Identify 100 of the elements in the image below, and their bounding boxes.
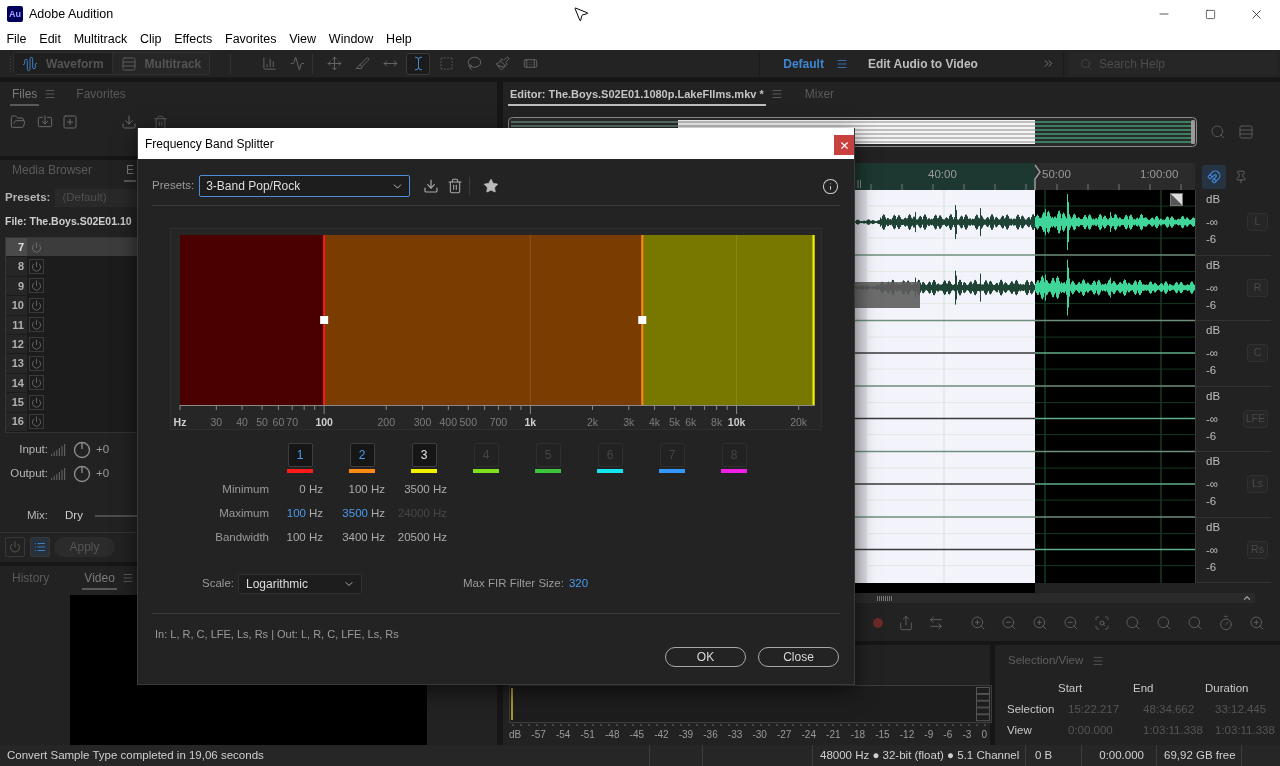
rack-slot[interactable]: 13: [6, 354, 137, 374]
chevrons-right-icon[interactable]: [1042, 57, 1055, 70]
crossover-handle[interactable]: [638, 316, 647, 324]
rack-slot[interactable]: 16: [6, 412, 137, 432]
panel-tab[interactable]: Editor: The.Boys.S02E01.1080p.LakeFIlms.mkv *: [508, 84, 766, 106]
menu-item[interactable]: Edit: [32, 28, 68, 50]
snap-button[interactable]: [1202, 164, 1226, 189]
fir-size-value[interactable]: 320: [568, 575, 589, 593]
record-icon[interactable]: [872, 617, 884, 629]
maximum-value[interactable]: 100: [286, 501, 306, 525]
power-button[interactable]: [29, 297, 44, 313]
crossover-handle[interactable]: [320, 316, 329, 324]
diagonal-square-icon[interactable]: [1170, 193, 1183, 206]
caret-up-icon[interactable]: [1242, 593, 1252, 603]
menu-item[interactable]: Effects: [167, 28, 219, 50]
level-bars-icon: [51, 467, 67, 481]
folder-icon[interactable]: [10, 114, 26, 130]
workspace-tab[interactable]: Edit Audio to Video: [867, 54, 978, 73]
rack-slot[interactable]: 11: [6, 315, 137, 335]
axis-label: 3k: [623, 416, 635, 428]
presets-dropdown[interactable]: 3-Band Pop/Rock: [199, 175, 411, 197]
scan-search-icon[interactable]: [1094, 615, 1110, 631]
menu-item[interactable]: View: [282, 28, 323, 50]
time-tool-button[interactable]: [406, 52, 431, 75]
trash-icon[interactable]: [153, 114, 168, 130]
download-icon[interactable]: [121, 114, 137, 130]
horizontal-scrollbar[interactable]: [855, 593, 1255, 603]
axis-label: 60: [272, 416, 285, 428]
maximum-value[interactable]: 3500: [342, 501, 368, 525]
column-header: End: [1133, 681, 1155, 696]
db-value: -6: [1206, 428, 1218, 443]
band-track[interactable]: [180, 235, 815, 405]
power-button[interactable]: [29, 317, 44, 333]
rack-slot[interactable]: 9: [6, 276, 137, 297]
tray-arrow-icon[interactable]: [37, 114, 53, 130]
zoom-out-icon[interactable]: [1001, 615, 1017, 631]
power-button[interactable]: [5, 536, 25, 557]
rack-slot[interactable]: 7: [6, 238, 137, 258]
rack-slot[interactable]: 14: [6, 373, 137, 394]
menu-item[interactable]: Clip: [133, 28, 168, 50]
band-button[interactable]: 2: [349, 443, 375, 467]
rack-slot[interactable]: 12: [6, 334, 137, 355]
menu-icon[interactable]: [121, 572, 134, 584]
menu-icon[interactable]: [44, 88, 57, 100]
close-button[interactable]: [834, 135, 854, 155]
power-button[interactable]: [29, 394, 44, 410]
meter-scale-label: -24: [801, 728, 816, 742]
meter-scale-label: -39: [678, 728, 694, 742]
scale-dropdown[interactable]: Logarithmic: [238, 574, 362, 594]
menu-item[interactable]: Favorites: [218, 28, 283, 50]
info-icon[interactable]: [822, 177, 839, 195]
plus-square-icon[interactable]: [62, 114, 78, 130]
rack-slot[interactable]: 10: [6, 296, 137, 316]
power-button[interactable]: [29, 336, 44, 352]
menu-icon[interactable]: [770, 88, 783, 100]
column-header: Duration: [1205, 681, 1250, 696]
download-icon[interactable]: [423, 178, 440, 194]
power-button[interactable]: [29, 356, 44, 372]
meter-scale-label: -51: [580, 728, 595, 742]
slot-number: 13: [6, 354, 27, 373]
panel-tab[interactable]: Files: [10, 84, 40, 106]
menu-icon[interactable]: [835, 57, 848, 70]
power-button[interactable]: [29, 239, 44, 255]
zoom-in-icon[interactable]: [970, 615, 986, 631]
timer-icon[interactable]: [1218, 615, 1234, 631]
star-icon[interactable]: [483, 178, 500, 194]
menu-item[interactable]: Help: [379, 28, 419, 50]
trash-icon[interactable]: [447, 178, 464, 194]
knob-icon[interactable]: [73, 440, 91, 459]
power-button[interactable]: [29, 414, 44, 430]
search-icon[interactable]: [1156, 615, 1172, 631]
share-icon[interactable]: [898, 615, 914, 631]
left-right-arrows-icon[interactable]: [928, 615, 944, 631]
zoom-in-icon[interactable]: [1032, 615, 1048, 631]
row-label: Maximum: [219, 506, 269, 521]
search-icon[interactable]: [1187, 615, 1203, 631]
power-button[interactable]: [29, 375, 44, 391]
menu-item[interactable]: File: [0, 28, 33, 50]
zoom-out-icon[interactable]: [1063, 615, 1079, 631]
knob-icon[interactable]: [73, 464, 91, 483]
workspace-tab[interactable]: Default: [783, 54, 824, 73]
menu-item[interactable]: Multitrack: [67, 28, 134, 50]
list-button[interactable]: [30, 536, 50, 557]
rack-slot[interactable]: 15: [6, 393, 137, 413]
rack-slot[interactable]: 8: [6, 257, 137, 277]
power-button[interactable]: [29, 278, 44, 294]
db-value: -∞: [1206, 280, 1220, 295]
magnifier-icon[interactable]: [1210, 124, 1226, 140]
pin-icon[interactable]: [1234, 169, 1248, 184]
rows-icon[interactable]: [1238, 124, 1254, 140]
power-button[interactable]: [29, 259, 44, 275]
panel-tab[interactable]: Video: [82, 568, 117, 590]
search-icon[interactable]: [1125, 615, 1141, 631]
menu-item[interactable]: Window: [322, 28, 380, 50]
band-button[interactable]: 1: [287, 443, 313, 467]
zoom-in-icon[interactable]: [1249, 615, 1265, 631]
menu-icon[interactable]: [1092, 655, 1105, 667]
band-button[interactable]: 3: [411, 443, 437, 467]
status-message: Convert Sample Type completed in 19,06 seconds: [6, 747, 265, 763]
axis-label: 6k: [685, 416, 697, 428]
